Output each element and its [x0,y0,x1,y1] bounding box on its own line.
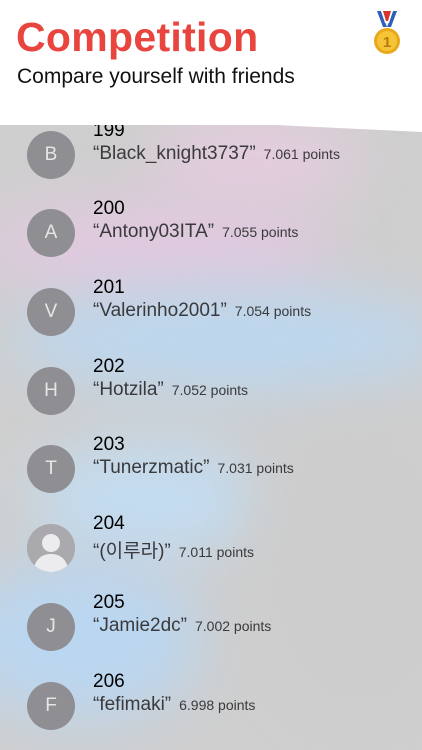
points: 7.011 points [178,544,254,560]
points: 7.031 points [217,460,294,476]
rank-number: 204 [93,513,125,534]
username: “Valerinho2001” [93,300,227,321]
username: “Antony03ITA” [93,221,215,242]
avatar: B [27,131,75,179]
leaderboard-row[interactable]: V 201 “Valerinho2001” 7.054 points [0,277,422,366]
points: 6.998 points [179,697,256,713]
leaderboard-row[interactable]: F 206 “fefimaki” 6.998 points [0,671,422,750]
avatar: J [27,603,75,651]
username: “Tunerzmatic” [93,457,210,478]
person-silhouette-icon [27,524,75,572]
leaderboard-row[interactable]: J 205 “Jamie2dc” 7.002 points [0,592,422,681]
user-info: “Jamie2dc” 7.002 points [93,615,271,637]
user-info: “Antony03ITA” 7.055 points [93,221,298,243]
user-info: “Tunerzmatic” 7.031 points [93,457,294,479]
rank-number: 201 [93,277,125,298]
gold-medal-icon[interactable]: 1 [369,11,405,57]
medal-rank-label: 1 [383,34,391,51]
points: 7.055 points [222,224,299,240]
rank-number: 206 [93,671,125,692]
avatar: H [27,367,75,415]
username: “Jamie2dc” [93,615,187,636]
rank-number: 200 [93,198,125,219]
leaderboard-row[interactable]: 204 “(이루라)” 7.011 points [0,513,422,602]
avatar: F [27,682,75,730]
leaderboard-row[interactable]: H 202 “Hotzila” 7.052 points [0,356,422,445]
username: “Hotzila” [93,379,164,400]
avatar: V [27,288,75,336]
leaderboard-row[interactable]: B 199 “Black_knight3737” 7.061 points [0,120,422,209]
page-title: Competition [16,14,259,60]
points: 7.052 points [171,382,249,398]
user-info: “(이루라)” 7.011 points [93,536,254,563]
user-info: “fefimaki” 6.998 points [93,694,255,716]
rank-number: 205 [93,592,125,613]
page-subtitle: Compare yourself with friends [17,65,295,88]
leaderboard-row[interactable]: A 200 “Antony03ITA” 7.055 points [0,198,422,287]
rank-number: 203 [93,434,125,455]
username: “(이루라)” [93,541,171,562]
person-silhouette-icon [27,524,75,572]
user-info: “Black_knight3737” 7.061 points [93,143,340,165]
username: “fefimaki” [93,694,172,715]
points: 7.061 points [263,146,340,162]
user-info: “Valerinho2001” 7.054 points [93,300,311,322]
points: 7.002 points [194,618,272,634]
rank-number: 202 [93,356,125,377]
username: “Black_knight3737” [93,143,256,164]
header: Competition Compare yourself with friend… [0,0,422,125]
points: 7.054 points [234,303,312,319]
avatar: A [27,209,75,257]
leaderboard-row[interactable]: T 203 “Tunerzmatic” 7.031 points [0,434,422,523]
user-info: “Hotzila” 7.052 points [93,379,248,401]
avatar: T [27,445,75,493]
